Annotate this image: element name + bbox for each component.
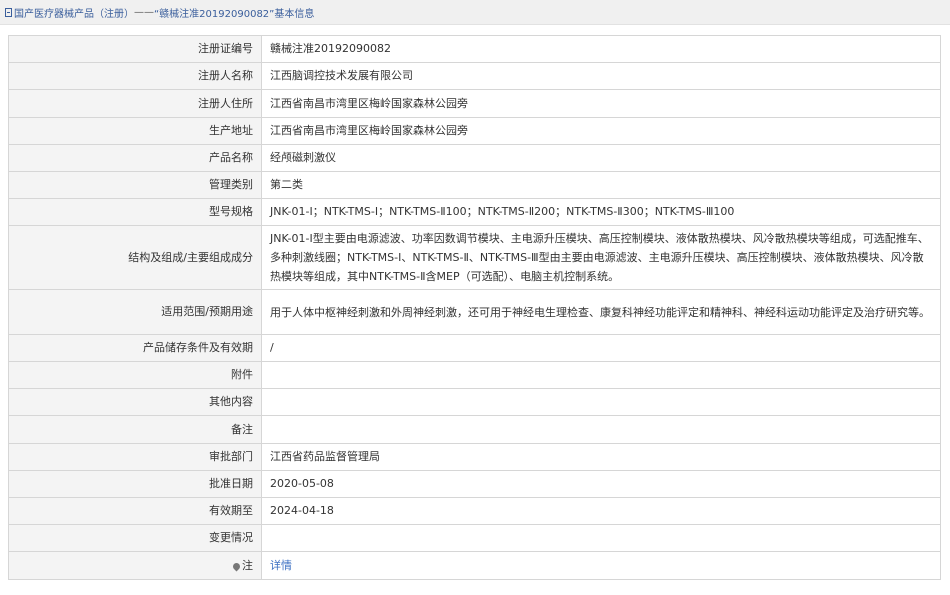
- table-row-attachments: 附件: [8, 361, 941, 389]
- row-label: 其他内容: [8, 388, 262, 416]
- row-label: 注: [8, 551, 262, 580]
- row-value: 经颅磁刺激仪: [261, 144, 941, 172]
- breadcrumb-separator: ——: [134, 6, 154, 18]
- row-label: 生产地址: [8, 117, 262, 145]
- row-value: [261, 415, 941, 444]
- row-label: 注册证编号: [8, 35, 262, 63]
- row-label: 注册人住所: [8, 89, 262, 118]
- breadcrumb-suffix: 基本信息: [274, 8, 315, 20]
- row-label: 有效期至: [8, 497, 262, 525]
- row-label: 变更情况: [8, 524, 262, 552]
- row-value-text: 用于人体中枢神经刺激和外周神经刺激，还可用于神经电生理检查、康复科神经功能评定和…: [270, 305, 930, 319]
- row-value: 2024-04-18: [261, 497, 941, 525]
- table-row-registrant-address: 注册人住所 江西省南昌市湾里区梅岭国家森林公园旁: [8, 89, 941, 118]
- table-row-note: 注 详情: [8, 551, 941, 580]
- row-label: 管理类别: [8, 171, 262, 199]
- row-value: [261, 524, 941, 552]
- row-value: 用于人体中枢神经刺激和外周神经刺激，还可用于神经电生理检查、康复科神经功能评定和…: [261, 289, 941, 335]
- row-value: [261, 361, 941, 389]
- table-row-other-content: 其他内容: [8, 388, 941, 416]
- row-label: 注册人名称: [8, 62, 262, 90]
- breadcrumb: 国产医疗器械产品（注册） —— “赣械注准20192090082” 基本信息: [0, 0, 950, 25]
- row-label: 产品储存条件及有效期: [8, 334, 262, 362]
- breadcrumb-category[interactable]: 国产医疗器械产品（注册）: [14, 5, 134, 20]
- row-value: JNK-01-Ⅰ型主要由电源滤波、功率因数调节模块、主电源升压模块、高压控制模块…: [261, 225, 941, 290]
- row-value: 江西省南昌市湾里区梅岭国家森林公园旁: [261, 117, 941, 145]
- row-value: 江西省药品监督管理局: [261, 443, 941, 471]
- pin-icon: [231, 561, 242, 571]
- row-label: 结构及组成/主要组成成分: [8, 225, 262, 290]
- table-row-structure: 结构及组成/主要组成成分 JNK-01-Ⅰ型主要由电源滤波、功率因数调节模块、主…: [8, 225, 941, 290]
- row-label: 备注: [8, 415, 262, 444]
- table-row-production-address: 生产地址 江西省南昌市湾里区梅岭国家森林公园旁: [8, 117, 941, 145]
- table-row-changes: 变更情况: [8, 524, 941, 552]
- row-value: 赣械注准20192090082: [261, 35, 941, 63]
- row-value: 详情: [261, 551, 941, 580]
- row-value: 江西省南昌市湾里区梅岭国家森林公园旁: [261, 89, 941, 118]
- document-icon: [5, 7, 12, 17]
- details-link[interactable]: 详情: [270, 559, 292, 572]
- table-row-product-name: 产品名称 经颅磁刺激仪: [8, 144, 941, 172]
- table-row-remarks: 备注: [8, 415, 941, 444]
- row-value: /: [261, 334, 941, 362]
- row-value-text: JNK-01-Ⅰ型主要由电源滤波、功率因数调节模块、主电源升压模块、高压控制模块…: [270, 232, 929, 283]
- breadcrumb-title: “赣械注准20192090082”: [154, 8, 275, 20]
- row-value: 江西脑调控技术发展有限公司: [261, 62, 941, 90]
- info-table: 注册证编号 赣械注准20192090082 注册人名称 江西脑调控技术发展有限公…: [8, 35, 941, 580]
- row-label: 适用范围/预期用途: [8, 289, 262, 335]
- table-row-intended-use: 适用范围/预期用途 用于人体中枢神经刺激和外周神经刺激，还可用于神经电生理检查、…: [8, 289, 941, 335]
- row-value: JNK-01-Ⅰ；NTK-TMS-Ⅰ；NTK-TMS-Ⅱ100；NTK-TMS-…: [261, 198, 941, 226]
- table-row-management-class: 管理类别 第二类: [8, 171, 941, 199]
- table-row-registrant-name: 注册人名称 江西脑调控技术发展有限公司: [8, 62, 941, 90]
- row-label: 型号规格: [8, 198, 262, 226]
- table-row-valid-until: 有效期至 2024-04-18: [8, 497, 941, 525]
- note-label: 注: [242, 558, 253, 572]
- table-row-approval-date: 批准日期 2020-05-08: [8, 470, 941, 498]
- row-label: 产品名称: [8, 144, 262, 172]
- table-row-storage: 产品储存条件及有效期 /: [8, 334, 941, 362]
- row-value: 2020-05-08: [261, 470, 941, 498]
- table-row-registration-number: 注册证编号 赣械注准20192090082: [8, 35, 941, 63]
- row-label: 附件: [8, 361, 262, 389]
- row-label: 审批部门: [8, 443, 262, 471]
- row-value: 第二类: [261, 171, 941, 199]
- row-value: [261, 388, 941, 416]
- table-row-model-spec: 型号规格 JNK-01-Ⅰ；NTK-TMS-Ⅰ；NTK-TMS-Ⅱ100；NTK…: [8, 198, 941, 226]
- table-row-approval-dept: 审批部门 江西省药品监督管理局: [8, 443, 941, 471]
- row-label: 批准日期: [8, 470, 262, 498]
